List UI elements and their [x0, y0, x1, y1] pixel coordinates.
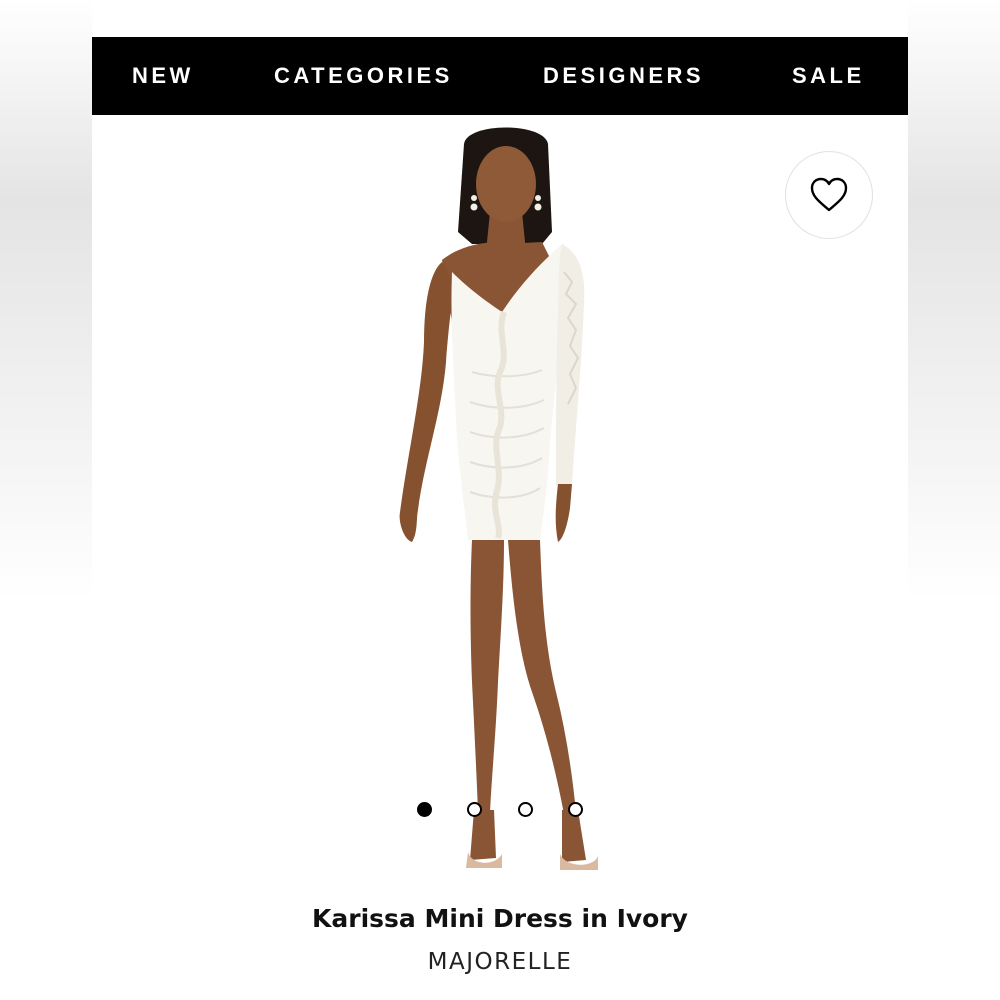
image-carousel-indicator: [92, 802, 908, 822]
left-backdrop: [0, 0, 92, 1000]
nav-item-sale[interactable]: SALE: [792, 37, 865, 115]
carousel-dot-4[interactable]: [568, 802, 583, 817]
product-page: NEW CATEGORIES DESIGNERS SALE Karissa Mi…: [92, 0, 908, 1000]
wishlist-button[interactable]: [785, 151, 873, 239]
product-brand[interactable]: MAJORELLE: [92, 949, 908, 975]
carousel-dot-2[interactable]: [467, 802, 482, 817]
right-backdrop: [908, 0, 1000, 1000]
model-figure: [399, 127, 598, 870]
nav-item-designers[interactable]: DESIGNERS: [543, 37, 704, 115]
nav-item-new[interactable]: NEW: [132, 37, 194, 115]
heart-outline-icon: [810, 177, 848, 212]
top-navigation-bar: NEW CATEGORIES DESIGNERS SALE: [92, 37, 908, 115]
nav-item-categories[interactable]: CATEGORIES: [274, 37, 453, 115]
carousel-dot-1[interactable]: [417, 802, 432, 817]
product-image[interactable]: [372, 122, 642, 887]
carousel-dot-3[interactable]: [518, 802, 533, 817]
product-title: Karissa Mini Dress in Ivory: [312, 904, 688, 933]
